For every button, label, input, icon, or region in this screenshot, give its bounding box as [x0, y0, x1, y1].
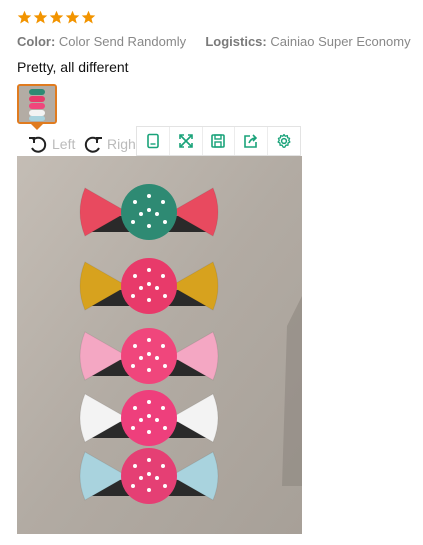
review-text: Pretty, all different — [17, 59, 129, 75]
star-icon — [49, 10, 64, 24]
review-photo[interactable] — [17, 156, 302, 534]
rotate-left-label: Left — [52, 136, 76, 152]
share-icon — [244, 134, 258, 148]
settings-button[interactable] — [268, 127, 300, 155]
attribute-value: Cainiao Super Economy — [270, 34, 411, 49]
save-icon — [211, 134, 226, 148]
rotate-right-icon — [84, 136, 102, 153]
thumbnail-selected-caret — [31, 124, 43, 130]
fullscreen-icon — [178, 134, 193, 148]
settings-icon — [277, 133, 291, 148]
star-icon — [17, 10, 32, 24]
star-icon — [81, 10, 96, 24]
attribute-label: Color: — [17, 34, 56, 49]
fit-button[interactable] — [137, 127, 170, 155]
save-button[interactable] — [203, 127, 236, 155]
rotate-right-label: Right — [107, 136, 140, 152]
star-icon — [65, 10, 80, 24]
rotate-left-button[interactable]: Left — [27, 134, 75, 154]
attribute-value: Color Send Randomly — [58, 34, 187, 49]
share-button[interactable] — [235, 127, 269, 155]
rating-stars — [17, 10, 96, 25]
fit-icon — [147, 133, 159, 149]
fullscreen-button[interactable] — [170, 127, 203, 155]
rotate-left-icon — [29, 136, 47, 153]
image-viewer-toolbar — [136, 126, 301, 156]
rotate-right-button[interactable]: Right — [82, 134, 140, 154]
attribute-label: Logistics: — [205, 34, 267, 49]
thumbnail-image — [19, 86, 55, 122]
star-icon — [33, 10, 48, 24]
candy-hair-clips-photo — [17, 156, 302, 534]
review-attributes: Color: Color Send Randomly Logistics: Ca… — [17, 34, 411, 49]
review-image-thumbnail[interactable] — [17, 84, 57, 124]
